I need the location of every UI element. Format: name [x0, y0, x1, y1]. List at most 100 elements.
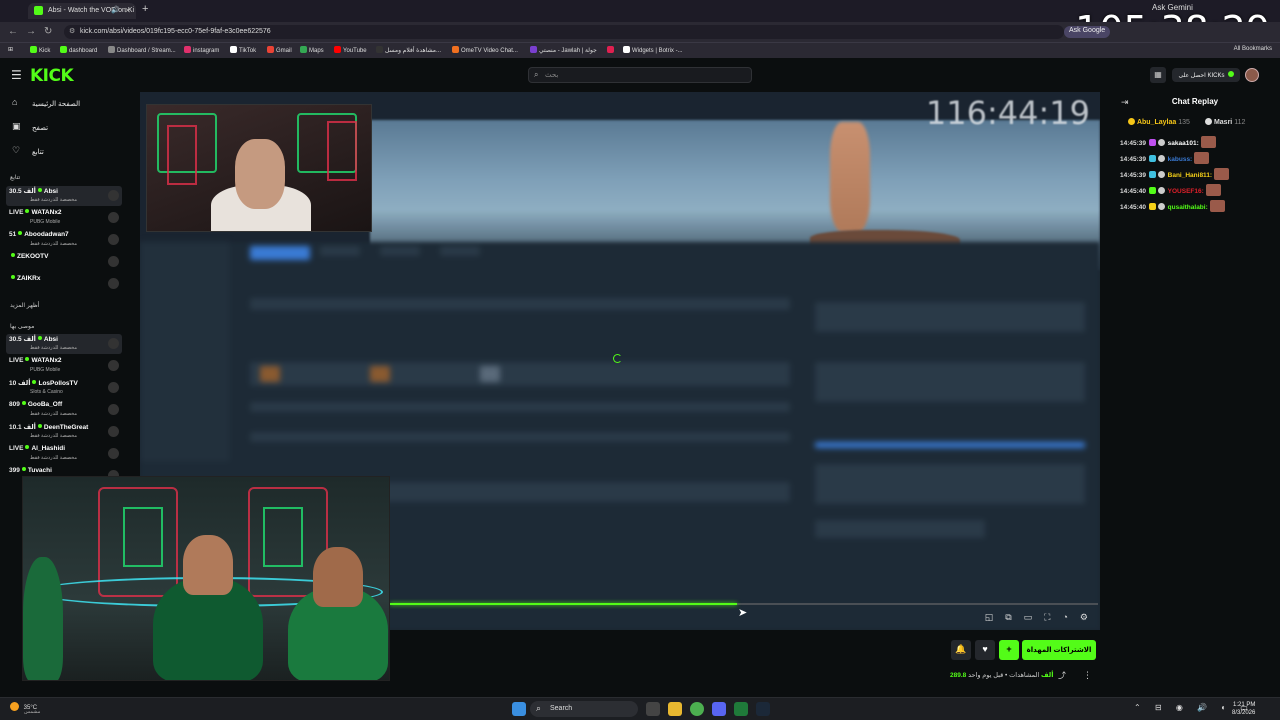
- bookmark-11[interactable]: [607, 46, 616, 54]
- bookmark-label: dashboard: [69, 48, 98, 54]
- chat-message[interactable]: 14:45:40 YOUSEF16:: [1120, 184, 1280, 198]
- sidebar-item-following[interactable]: ♡ تتابع: [8, 144, 120, 164]
- more-options-icon[interactable]: ⋮: [1083, 670, 1092, 681]
- sidebar-channel-aboodadwan7[interactable]: 51 Aboodadwan7 مخصصة للدردشة فقط: [6, 230, 122, 250]
- fullscreen-icon[interactable]: ⛶: [1044, 612, 1050, 622]
- file-explorer-icon[interactable]: [668, 702, 682, 716]
- bookmark-label: instagram: [193, 48, 220, 54]
- pinned-user-1[interactable]: Masri 112: [1205, 118, 1245, 126]
- get-kicks-button[interactable]: احصل على KICKs: [1172, 68, 1240, 82]
- settings-gear-icon[interactable]: ⚙: [1080, 612, 1088, 622]
- sidebar-channel-zekootv[interactable]: ZEKOOTV: [6, 252, 122, 272]
- steam-icon[interactable]: [756, 702, 770, 716]
- chat-username[interactable]: qusaithalabi:: [1168, 204, 1208, 211]
- bookmark-6[interactable]: Maps: [300, 46, 324, 54]
- video-progress-fill: [390, 603, 737, 605]
- chrome-icon[interactable]: [690, 702, 704, 716]
- chat-username[interactable]: kabuss:: [1168, 156, 1193, 163]
- follow-heart-icon[interactable]: ♥: [975, 640, 995, 660]
- bookmark-10[interactable]: منصتي - Jawlah | جولة: [530, 46, 597, 54]
- gifted-subs-button[interactable]: الاشتراكات المهداة: [1022, 640, 1096, 660]
- bookmark-3[interactable]: instagram: [184, 46, 219, 54]
- weather-widget[interactable]: 35°C مشمس: [10, 702, 40, 715]
- bookmark-7[interactable]: YouTube: [334, 46, 367, 54]
- bookmark-4[interactable]: TikTok: [230, 46, 256, 54]
- chat-message[interactable]: 14:45:39 kabuss:: [1120, 152, 1280, 166]
- layout-icon[interactable]: ▦: [1150, 67, 1166, 83]
- home-icon: ⌂: [12, 97, 18, 107]
- sidebar-channel-zaikrx[interactable]: ZAIKRx: [6, 274, 122, 294]
- sidebar-item-label: تصفح: [32, 125, 49, 132]
- sidebar-item-home[interactable]: ⌂ الصفحة الرئيسية: [8, 96, 120, 116]
- channel-avatar: [108, 278, 119, 289]
- back-icon[interactable]: ←: [8, 26, 18, 37]
- sidebar-channel-lospollostv[interactable]: 10 ألف LosPollosTV Slots & Casino: [6, 378, 122, 398]
- show-more-link[interactable]: أظهر المزيد: [10, 302, 39, 309]
- browser-tab[interactable]: Absi - Watch the VOD on Ki 🔊 ✕: [28, 3, 136, 19]
- video-progress-bar[interactable]: [390, 603, 1098, 605]
- webcam-overlay: [22, 476, 390, 681]
- discord-icon[interactable]: [712, 702, 726, 716]
- chat-message[interactable]: 14:45:39 Bani_Hani811:: [1120, 168, 1280, 182]
- playback-speed-icon[interactable]: ◔: [1062, 612, 1067, 622]
- channel-name: Aboodadwan7: [24, 231, 69, 238]
- channel-avatar: [108, 190, 119, 201]
- search-input[interactable]: ⌕ بحث: [528, 67, 752, 83]
- chat-username[interactable]: YOUSEF16:: [1168, 188, 1204, 195]
- bookmark-1[interactable]: dashboard: [60, 46, 97, 54]
- task-view-icon[interactable]: [646, 702, 660, 716]
- channel-viewers-and-name: LIVE Al_Hashidi: [9, 445, 65, 452]
- bookmark-label: YouTube: [343, 48, 367, 54]
- new-tab-button[interactable]: +: [142, 3, 148, 15]
- subscribe-plus-button[interactable]: +: [999, 640, 1019, 660]
- notification-bell-icon[interactable]: 🔔: [951, 640, 971, 660]
- bookmark-0[interactable]: Kick: [30, 46, 50, 54]
- user-badge-icon: [1148, 139, 1156, 146]
- sidebar-channel-deenthegreat[interactable]: 10.1 ألف DeenTheGreat مخصصة للدردشة فقط: [6, 422, 122, 442]
- miniplayer-icon[interactable]: ◱: [985, 612, 994, 622]
- sidebar-channel-gooba_off[interactable]: 809 GooBa_Off مخصصة للدردشة فقط: [6, 400, 122, 420]
- channel-name: Absi: [43, 188, 58, 195]
- taskbar-search[interactable]: ⌕ Search: [530, 701, 638, 717]
- reload-icon[interactable]: ↻: [44, 26, 52, 37]
- app-icon[interactable]: [734, 702, 748, 716]
- chat-message[interactable]: 14:45:39 sakaa101:: [1120, 136, 1280, 150]
- channel-name: DeenTheGreat: [43, 424, 89, 431]
- bookmark-2[interactable]: Dashboard / Stream...: [108, 46, 176, 54]
- sidebar-item-browse[interactable]: ▣ تصفح: [8, 120, 120, 140]
- menu-icon[interactable]: ☰: [11, 68, 22, 82]
- channel-name: ZEKOOTV: [17, 253, 49, 260]
- forward-icon[interactable]: →: [26, 26, 36, 37]
- sidebar-channel-al_hashidi[interactable]: LIVE Al_Hashidi مخصصة للدردشة فقط: [6, 444, 122, 464]
- bookmark-9[interactable]: OmeTV Video Chat...: [452, 46, 518, 54]
- chat-username[interactable]: Bani_Hani811:: [1168, 172, 1212, 179]
- kick-logo[interactable]: KICK: [30, 66, 74, 86]
- channel-category: PUBG Mobile: [30, 367, 61, 373]
- all-bookmarks-button[interactable]: All Bookmarks: [1234, 46, 1272, 52]
- chat-username[interactable]: sakaa101:: [1168, 140, 1199, 147]
- sidebar-channel-absi[interactable]: 30.5 ألف Absi مخصصة للدردشة فقط: [6, 186, 122, 206]
- share-icon[interactable]: ⤴: [1058, 670, 1066, 681]
- sidebar-channel-watanx2[interactable]: LIVE WATANx2 PUBG Mobile: [6, 208, 122, 228]
- clock[interactable]: 1:21 PM 8/3/2026: [1232, 701, 1255, 717]
- bookmark-5[interactable]: Gmail: [267, 46, 292, 54]
- chat-message[interactable]: 14:45:40 qusaithalabi:: [1120, 200, 1280, 214]
- emote-icon: [1205, 184, 1221, 196]
- url-field[interactable]: ⚙ kick.com/absi/videos/019fc195-ecc0-75e…: [64, 25, 1064, 39]
- clip-icon[interactable]: ⧉: [1005, 612, 1011, 622]
- user-avatar[interactable]: [1245, 68, 1259, 82]
- ask-google-button[interactable]: Ask Google: [1064, 26, 1111, 38]
- bookmark-12[interactable]: Widgets | Botrix -...: [623, 46, 683, 54]
- sidebar-channel-watanx2[interactable]: LIVE WATANx2 PUBG Mobile: [6, 356, 122, 376]
- close-tab-icon[interactable]: ✕: [124, 6, 131, 15]
- sidebar-channel-absi[interactable]: 30.5 ألف Absi مخصصة للدردشة فقط: [6, 334, 122, 354]
- windows-taskbar: 35°C مشمس ⌕ Search ⌃ ⊟ ◉ 🔊 ◐ ▭ 1:21 PM 8…: [0, 697, 1280, 720]
- speaker-icon[interactable]: 🔊: [111, 6, 120, 14]
- site-info-icon[interactable]: ⚙: [69, 27, 75, 35]
- windows-start-icon[interactable]: [512, 702, 526, 716]
- channel-viewers-and-name: ZEKOOTV: [9, 253, 48, 260]
- bookmark-8[interactable]: مشاهدة أفلام ومسل...: [376, 46, 441, 54]
- apps-icon[interactable]: ⊞: [8, 46, 13, 53]
- pinned-user-0[interactable]: Abu_Laylaa 135: [1128, 118, 1190, 126]
- theater-mode-icon[interactable]: ▭: [1024, 612, 1033, 622]
